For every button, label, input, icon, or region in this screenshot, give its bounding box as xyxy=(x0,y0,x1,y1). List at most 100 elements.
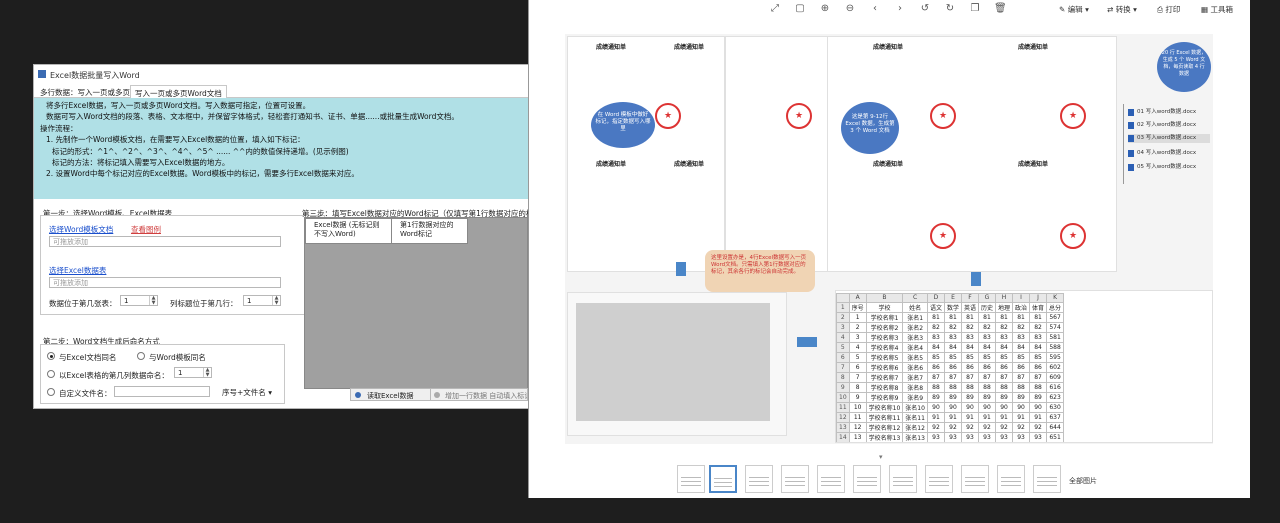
excel-cell: 学校名称13 xyxy=(865,431,904,442)
collapse-chevron-icon[interactable]: ▾ xyxy=(879,453,883,461)
excel-cell: 91 xyxy=(1012,411,1031,423)
excel-cell: 82 xyxy=(926,321,945,333)
red-seal-icon: ★ xyxy=(1060,103,1086,129)
excel-cell: 81 xyxy=(960,311,979,323)
radio-column-name[interactable] xyxy=(47,370,55,378)
excel-cell: 85 xyxy=(994,351,1014,363)
desc-line: 2. 设置Word中每个标记对应的Excel数据。Word模板中的标记，需要多行… xyxy=(46,169,359,179)
excel-cell: 学校名称1 xyxy=(865,311,904,323)
header-row-label: 列标题位于第几行： xyxy=(170,299,238,308)
excel-path-input[interactable]: 可拖放添加 xyxy=(49,277,281,288)
copy-icon[interactable]: ❐ xyxy=(969,3,981,15)
rotate-left-icon[interactable]: ↺ xyxy=(919,3,931,15)
excel-cell: 85 xyxy=(943,351,962,363)
file-item: 03 写入word数据.docx xyxy=(1128,134,1210,143)
excel-cell: 82 xyxy=(1029,321,1048,333)
red-seal-icon: ★ xyxy=(930,103,956,129)
column-index-spinner[interactable]: 1 ▲ ▼ xyxy=(174,367,212,378)
print-button[interactable]: ⎙ 打印 xyxy=(1157,4,1180,15)
prev-icon[interactable]: ‹ xyxy=(869,3,881,15)
excel-cell: 10 xyxy=(848,401,867,413)
thumbnail-selected[interactable] xyxy=(709,465,737,493)
tab-bar: 多行数据：写入一页或多页Word文档 写入一页或多页Word文档 xyxy=(34,85,528,98)
excel-cell: 93 xyxy=(926,431,945,442)
sheet-index-spinner[interactable]: 1 ▲ ▼ xyxy=(120,295,158,306)
suffix-select[interactable]: 序号+文件名 ▾ xyxy=(222,387,282,398)
thumbnail[interactable] xyxy=(745,465,773,493)
convert-menu[interactable]: ⇄ 转换 ▾ xyxy=(1107,4,1137,15)
delete-icon[interactable]: 🗑 xyxy=(994,3,1007,15)
excel-cell: I xyxy=(1012,293,1031,303)
thumbnail[interactable] xyxy=(677,465,705,493)
zoom-in-icon[interactable]: ⊕ xyxy=(819,3,831,15)
excel-cell: 82 xyxy=(943,321,962,333)
excel-cell: 92 xyxy=(1029,421,1048,433)
annotation-note: 这里设置办是，4行Excel数据写入一页Word文档。只需填入第1行数据对应的标… xyxy=(705,250,815,292)
excel-cell: 86 xyxy=(1029,361,1048,373)
red-seal-icon: ★ xyxy=(1060,223,1086,249)
excel-cell: 90 xyxy=(943,401,962,413)
spinner-arrows-icon[interactable]: ▲ ▼ xyxy=(149,296,157,305)
spinner-arrows-icon[interactable]: ▲ ▼ xyxy=(272,296,280,305)
excel-row: 13 12 学校名称12 张名12 92 92 92 92 92 92 92 644 xyxy=(836,421,1065,433)
radio-custom-name[interactable] xyxy=(47,388,55,396)
view-example-link[interactable]: 查看图例 xyxy=(131,224,161,235)
excel-cell: 12 xyxy=(848,421,867,433)
next-icon[interactable]: › xyxy=(894,3,906,15)
edit-menu[interactable]: ✎ 编辑 ▾ xyxy=(1059,4,1089,15)
spinner-arrows-icon[interactable]: ▲ ▼ xyxy=(203,368,211,377)
all-images-link[interactable]: 全部图片 xyxy=(1069,476,1097,486)
excel-cell: 90 xyxy=(1012,401,1031,413)
excel-cell: 83 xyxy=(994,331,1014,343)
excel-cell: 93 xyxy=(1029,431,1048,442)
thumbnail[interactable] xyxy=(853,465,881,493)
row-number: 5 xyxy=(836,341,850,353)
actual-size-icon[interactable]: ▢ xyxy=(794,3,806,15)
dialog-snapshot xyxy=(567,292,787,436)
thumbnail[interactable] xyxy=(889,465,917,493)
tab-write-pages[interactable]: 写入一页或多页Word文档 xyxy=(130,85,227,98)
excel-cell: 87 xyxy=(943,371,962,383)
excel-cell: 张名9 xyxy=(902,391,928,403)
excel-cell: 学校名称2 xyxy=(865,321,904,333)
excel-cell: 81 xyxy=(926,311,945,323)
radio-label: 自定义文件名： xyxy=(59,389,112,398)
thumbnail[interactable] xyxy=(961,465,989,493)
chevron-down-icon: ▾ xyxy=(268,388,272,397)
red-seal-icon: ★ xyxy=(655,103,681,129)
excel-cell: 581 xyxy=(1046,331,1065,343)
custom-name-input[interactable] xyxy=(114,386,210,397)
excel-cell: 87 xyxy=(1012,371,1031,383)
excel-cell: 84 xyxy=(977,341,997,353)
excel-cell: 81 xyxy=(943,311,962,323)
excel-cell: 语文 xyxy=(926,301,945,313)
select-word-link[interactable]: 选择Word模板文档 xyxy=(49,224,113,235)
excel-cell: 张名2 xyxy=(902,321,928,333)
thumbnail[interactable] xyxy=(817,465,845,493)
excel-cell: 92 xyxy=(943,421,962,433)
excel-row: 7 6 学校名称6 张名6 86 86 86 86 86 86 86 602 xyxy=(836,361,1065,373)
radio-word-name[interactable] xyxy=(137,352,145,360)
desc-line: 将多行Excel数据，写入一页或多页Word文档。写入数据可指定，位置可设置。 xyxy=(46,101,311,110)
mapping-grid[interactable]: Excel数据 (无标记则不写入Word) 第1行数据对应的Word标记 xyxy=(304,217,528,389)
header-row-spinner[interactable]: 1 ▲ ▼ xyxy=(243,295,281,306)
thumbnail[interactable] xyxy=(997,465,1025,493)
desc-line: 操作流程： xyxy=(40,123,78,133)
zoom-out-icon[interactable]: ⊖ xyxy=(844,3,856,15)
toolbox-button[interactable]: ▦ 工具箱 xyxy=(1201,4,1233,15)
thumbnail[interactable] xyxy=(1033,465,1061,493)
thumbnail[interactable] xyxy=(925,465,953,493)
fit-icon[interactable]: ⤢ xyxy=(769,3,781,15)
thumbnail[interactable] xyxy=(781,465,809,493)
excel-cell: 88 xyxy=(960,381,979,393)
radio-excel-name[interactable] xyxy=(47,352,55,360)
rotate-right-icon[interactable]: ↻ xyxy=(944,3,956,15)
excel-cell: 90 xyxy=(926,401,945,413)
read-excel-button[interactable]: 读取Excel数据 xyxy=(350,388,436,401)
select-excel-link[interactable]: 选择Excel数据表 xyxy=(49,265,106,276)
word-path-input[interactable]: 可拖放添加 xyxy=(49,236,281,247)
excel-cell: 91 xyxy=(960,411,979,423)
row-number: 8 xyxy=(836,371,850,383)
excel-cell: 88 xyxy=(1012,381,1031,393)
add-row-button[interactable]: 增加一行数据 自动填入标记 xyxy=(430,388,528,401)
